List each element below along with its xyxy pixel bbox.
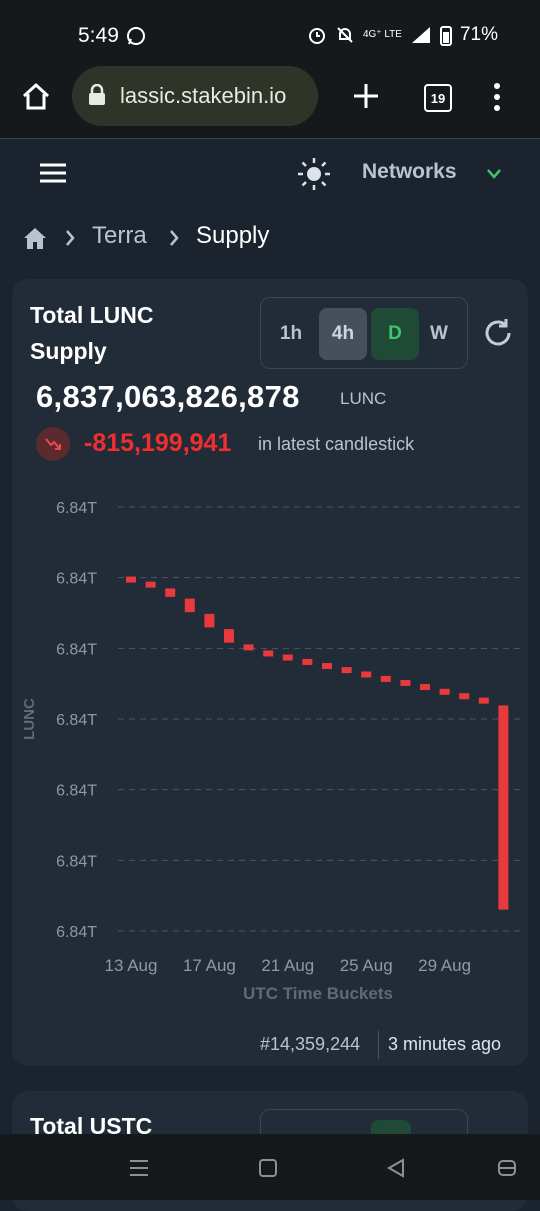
y-tick-label: 6.84T — [56, 500, 97, 517]
delta-value: -815,199,941 — [84, 429, 232, 457]
home-icon[interactable] — [20, 80, 52, 112]
more-options-icon[interactable] — [492, 82, 502, 112]
candle — [420, 684, 430, 691]
whatsapp-icon — [127, 27, 145, 45]
x-tick-label: 17 Aug — [183, 956, 236, 975]
new-tab-icon[interactable] — [352, 82, 380, 110]
y-tick-label: 6.84T — [56, 783, 97, 800]
candle — [341, 667, 352, 674]
candle — [184, 598, 195, 613]
breadcrumb: Terra Supply — [0, 212, 540, 262]
assistant-nav-icon[interactable] — [496, 1156, 518, 1180]
chevron-right-icon — [170, 230, 179, 246]
tab-d[interactable]: D — [371, 308, 419, 360]
address-bar[interactable]: lassic.stakebin.io — [72, 66, 318, 126]
candle — [322, 663, 332, 670]
alarm-icon — [308, 28, 325, 44]
candle — [282, 654, 293, 661]
candle — [204, 613, 215, 628]
trend-down-icon — [36, 427, 70, 461]
card-title: Total LUNC Supply — [30, 302, 154, 364]
tab-switcher-button[interactable]: 19 — [424, 84, 452, 112]
supply-unit: LUNC — [340, 389, 387, 408]
tab-4h[interactable]: 4h — [319, 308, 367, 360]
timeframe-selector: 1h 4h D W — [260, 297, 468, 369]
refresh-icon[interactable] — [482, 317, 514, 349]
candle — [263, 650, 274, 657]
battery-icon — [439, 26, 452, 46]
network-type: 4G⁺ LTE — [362, 29, 402, 40]
chevron-down-icon[interactable] — [486, 168, 502, 180]
block-number[interactable]: #14,359,244 — [260, 1034, 360, 1055]
signal-icon — [411, 27, 430, 43]
home-nav-icon[interactable] — [258, 1158, 278, 1178]
candle — [361, 671, 372, 678]
chevron-right-icon — [66, 230, 75, 246]
candle — [439, 688, 450, 695]
x-axis-label: UTC Time Buckets — [243, 984, 393, 1003]
candle — [302, 658, 313, 665]
system-nav-bar — [0, 1134, 540, 1200]
candle — [459, 693, 470, 700]
y-tick-label: 6.84T — [56, 924, 97, 941]
mute-icon — [337, 27, 353, 43]
breadcrumb-terra[interactable]: Terra — [92, 222, 147, 250]
candle — [380, 675, 391, 682]
divider — [378, 1031, 379, 1059]
theme-toggle-sun-icon[interactable] — [296, 156, 332, 192]
supply-value: 6,837,063,826,878 — [36, 379, 300, 414]
x-tick-label: 25 Aug — [340, 956, 393, 975]
battery-percent: 71% — [459, 24, 498, 45]
y-tick-label: 6.84T — [56, 571, 97, 588]
y-tick-label: 6.84T — [56, 712, 97, 729]
tab-w[interactable]: W — [415, 308, 463, 360]
y-tick-label: 6.84T — [56, 641, 97, 658]
y-tick-label: 6.84T — [56, 853, 97, 870]
back-nav-icon[interactable] — [386, 1158, 406, 1178]
url-text: lassic.stakebin.io — [120, 83, 287, 108]
y-axis-label: LUNC — [21, 698, 38, 740]
candle — [126, 576, 136, 583]
lunc-supply-card: Total LUNC Supply 1h 4h D W 6,837,063,82… — [12, 279, 528, 1066]
candle — [145, 581, 156, 588]
x-tick-label: 13 Aug — [105, 956, 158, 975]
hamburger-menu-icon[interactable] — [38, 162, 68, 184]
lock-icon — [89, 84, 105, 105]
breadcrumb-home-icon[interactable] — [22, 226, 48, 250]
candle — [243, 644, 254, 651]
x-tick-label: 29 Aug — [418, 956, 471, 975]
recent-apps-icon[interactable] — [128, 1158, 150, 1178]
updated-time: 3 minutes ago — [388, 1034, 502, 1054]
candle — [478, 697, 489, 704]
status-time: 5:49 — [78, 24, 119, 47]
supply-candlestick-chart: 6.84T 6.84T 6.84T 6.84T 6.84T 6.84T 6.84T LUNC 1… — [21, 500, 520, 1003]
delta-caption: in latest candlestick — [258, 434, 415, 454]
networks-dropdown[interactable]: Networks — [362, 160, 457, 184]
x-tick-label: 21 Aug — [261, 956, 314, 975]
status-icons: 4G⁺ LTE 71% — [307, 24, 498, 46]
breadcrumb-supply: Supply — [196, 222, 270, 249]
tab-1h[interactable]: 1h — [267, 308, 315, 360]
candle — [165, 588, 176, 597]
candle — [224, 629, 234, 643]
candle — [400, 679, 411, 686]
candle — [498, 705, 509, 910]
